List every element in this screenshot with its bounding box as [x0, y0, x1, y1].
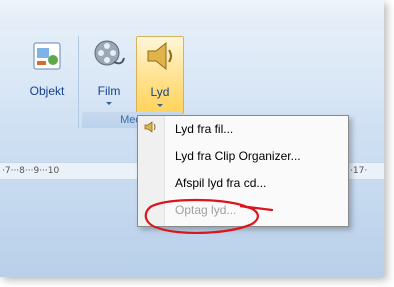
- lyd-dropdown-menu: Lyd fra fil... Lyd fra Clip Organizer...…: [137, 115, 349, 227]
- film-reel-icon: [94, 40, 125, 66]
- window-frame: Objekt Film Lyd Medi ·7···8···9···10 ·17…: [0, 0, 384, 277]
- speaker-icon: [144, 121, 156, 133]
- object-icon: [33, 42, 61, 70]
- menu-item-lyd-fra-clip-organizer[interactable]: Lyd fra Clip Organizer...: [165, 145, 347, 167]
- speaker-icon: [147, 41, 172, 71]
- chevron-down-icon: [157, 104, 163, 107]
- film-button[interactable]: Film: [88, 36, 130, 110]
- title-bar: [0, 0, 384, 30]
- ruler-left-ticks: ·7···8···9···10: [2, 166, 60, 176]
- objekt-button[interactable]: Objekt: [22, 36, 72, 102]
- menu-item-lyd-fra-fil[interactable]: Lyd fra fil...: [165, 118, 347, 140]
- lyd-label: Lyd: [150, 85, 170, 99]
- menu-icon-gutter: [138, 116, 165, 226]
- film-label: Film: [97, 84, 121, 98]
- lyd-button[interactable]: Lyd: [136, 36, 184, 114]
- chevron-down-icon: [106, 102, 112, 105]
- group-separator: [78, 36, 79, 128]
- objekt-label: Objekt: [29, 84, 65, 98]
- menu-item-optag-lyd[interactable]: Optag lyd...: [165, 199, 347, 221]
- ruler-right-ticks: ·17·: [350, 166, 368, 176]
- menu-item-afspil-lyd-fra-cd[interactable]: Afspil lyd fra cd...: [165, 172, 347, 194]
